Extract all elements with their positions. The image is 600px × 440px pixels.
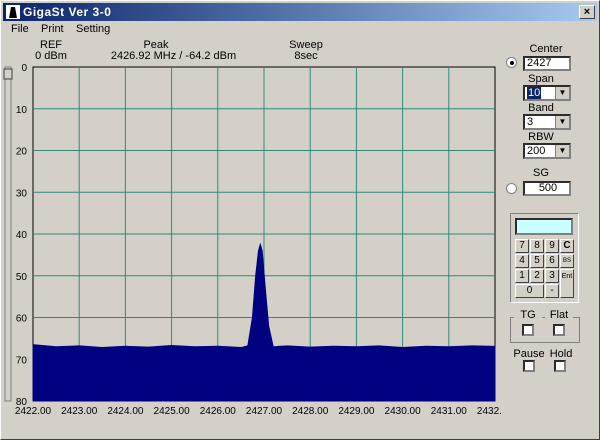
key-8[interactable]: 8 [530,239,544,253]
y-tick-label: 60 [16,314,28,325]
hold-label: Hold [549,348,573,360]
x-tick-label: 2432.00 [477,406,501,417]
menu-print[interactable]: Print [41,23,64,35]
x-tick-label: 2429.00 [338,406,375,417]
band-label: Band [528,102,554,114]
key-1[interactable]: 1 [515,269,529,283]
sg-input[interactable]: 500 [523,181,571,196]
rbw-value: 200 [527,145,546,157]
app-icon [6,5,20,19]
pause-label: Pause [513,348,545,360]
key-5[interactable]: 5 [530,254,544,268]
y-tick-label: 10 [16,105,28,116]
x-tick-label: 2424.00 [107,406,144,417]
key-4[interactable]: 4 [515,254,529,268]
menu-setting[interactable]: Setting [76,23,110,35]
center-label: Center [529,43,563,55]
y-tick-label: 30 [16,188,28,199]
key-3[interactable]: 3 [545,269,559,283]
key-6[interactable]: 6 [545,254,559,268]
menu-file[interactable]: File [11,23,29,35]
hold-checkbox[interactable] [554,360,566,372]
pause-checkbox[interactable] [523,360,535,372]
close-button[interactable]: × [579,5,595,19]
span-value: 10 [527,87,542,99]
rbw-select[interactable]: 200 ▼ [523,143,571,159]
key-0[interactable]: 0 [515,284,544,298]
span-label: Span [528,73,554,85]
menu-bar: File Print Setting [3,21,597,37]
band-value: 3 [527,116,534,128]
flat-label: Flat [545,309,573,321]
y-tick-label: 40 [16,230,28,241]
x-tick-label: 2431.00 [431,406,468,417]
key-2[interactable]: 2 [530,269,544,283]
center-radio[interactable] [506,57,517,68]
y-tick-label: 0 [21,63,27,74]
y-tick-label: 70 [16,355,28,366]
radio-selected-dot [510,61,514,65]
key-backspace[interactable]: BS [560,254,574,268]
x-tick-label: 2430.00 [385,406,422,417]
x-tick-label: 2428.00 [292,406,329,417]
dropdown-arrow-icon[interactable]: ▼ [555,116,569,128]
y-tick-label: 20 [16,147,28,158]
flat-checkbox[interactable] [553,324,565,336]
ref-slider-track[interactable] [4,66,12,402]
key-enter[interactable]: Ent [560,269,574,298]
dropdown-arrow-icon[interactable]: ▼ [555,145,569,157]
rbw-label: RBW [528,131,554,143]
center-input[interactable]: 2427 [523,56,571,71]
window-title: GigaSt Ver 3-0 [23,5,112,19]
x-tick-label: 2426.00 [200,406,237,417]
x-tick-label: 2427.00 [246,406,283,417]
key-7[interactable]: 7 [515,239,529,253]
x-tick-label: 2423.00 [61,406,98,417]
tg-label: TG [514,309,542,321]
sg-radio[interactable] [506,183,517,194]
key-minus[interactable]: - [545,284,559,298]
span-select[interactable]: 10 ▼ [523,85,571,101]
ref-slider-thumb[interactable] [3,68,13,80]
x-tick-label: 2422.00 [15,406,52,417]
numeric-keypad: 7 8 9 C 4 5 6 BS 1 2 3 Ent 0 - [510,213,579,303]
spectrum-plot[interactable]: 01020304050607080 2422.00 2423.00 2424.00 2… [1,59,501,421]
x-tick-label: 2425.00 [154,406,191,417]
sg-label: SG [533,167,549,179]
key-9[interactable]: 9 [545,239,559,253]
y-tick-label: 50 [16,272,28,283]
tg-checkbox[interactable] [522,324,534,336]
app-window: GigaSt Ver 3-0 × File Print Setting REF … [0,0,600,440]
key-clear[interactable]: C [560,239,574,253]
title-bar[interactable]: GigaSt Ver 3-0 × [3,3,597,21]
dropdown-arrow-icon[interactable]: ▼ [555,87,569,99]
band-select[interactable]: 3 ▼ [523,114,571,130]
keypad-display [515,218,573,235]
